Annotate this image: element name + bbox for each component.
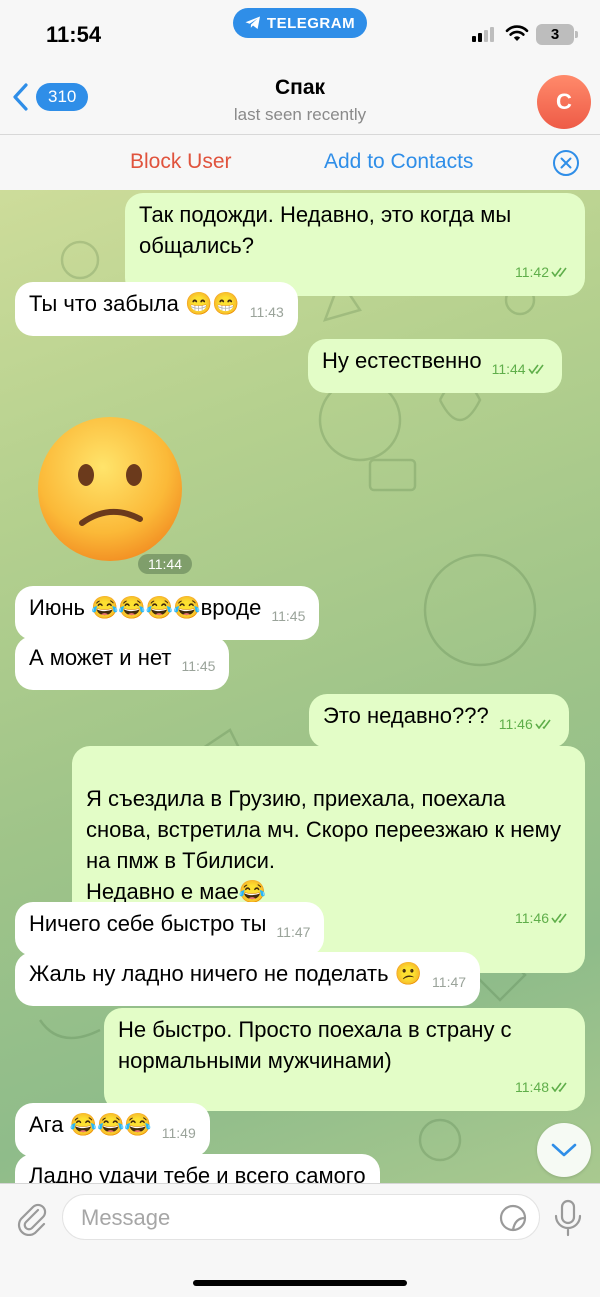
composer bbox=[0, 1183, 600, 1297]
message-time: 11:45 bbox=[271, 608, 306, 624]
message-text: Ничего себе быстро ты bbox=[29, 911, 267, 936]
telegram-pill[interactable]: TELEGRAM bbox=[233, 8, 367, 38]
home-indicator bbox=[193, 1280, 407, 1286]
message-time: 11:47 bbox=[432, 974, 467, 990]
message-time: 11:45 bbox=[181, 658, 216, 674]
message-list[interactable]: Так подожди. Недавно, это когда мы общал… bbox=[0, 190, 600, 1183]
chat-header: 310 Спак last seen recently С bbox=[0, 62, 600, 134]
chat-title-area[interactable]: Спак last seen recently bbox=[150, 76, 450, 125]
double-check-icon bbox=[535, 719, 551, 729]
confused-face-sticker[interactable] bbox=[36, 415, 184, 563]
message-text: Ладно удачи тебе и всего самого bbox=[29, 1163, 366, 1183]
chevron-left-icon bbox=[13, 83, 28, 111]
message-input[interactable] bbox=[81, 1203, 481, 1233]
message-bubble-incoming[interactable]: Июнь 😂😂😂😂вроде 11:45 bbox=[15, 586, 320, 640]
chevron-down-icon bbox=[551, 1143, 577, 1157]
message-text: Ну естественно bbox=[322, 348, 482, 373]
message-bubble-incoming[interactable]: Ладно удачи тебе и всего самого bbox=[15, 1154, 380, 1183]
message-text: Ты что забыла 😁😁 bbox=[29, 291, 240, 316]
last-seen-status: last seen recently bbox=[233, 105, 367, 124]
message-bubble-outgoing[interactable]: Не быстро. Просто поехала в страну с нор… bbox=[104, 1008, 585, 1111]
double-check-icon bbox=[527, 364, 544, 374]
message-text: Жаль ну ладно ничего не поделать 😕 bbox=[29, 961, 423, 986]
message-bubble-outgoing[interactable]: Ну естественно 11:44 bbox=[308, 339, 562, 393]
sticker-icon[interactable] bbox=[498, 1203, 528, 1233]
message-bubble-incoming[interactable]: А может и нет 11:45 bbox=[15, 636, 230, 690]
message-bubble-incoming[interactable]: Ага 😂😂😂 11:49 bbox=[15, 1103, 210, 1157]
add-to-contacts-button[interactable]: Add to Contacts bbox=[324, 150, 473, 174]
close-icon[interactable] bbox=[552, 149, 580, 177]
contact-action-bar: Block User Add to Contacts bbox=[0, 134, 600, 190]
message-time: 11:46 bbox=[499, 709, 555, 740]
cellular-signal-icon bbox=[472, 26, 494, 42]
telegram-pill-label: TELEGRAM bbox=[266, 14, 356, 32]
clock: 11:54 bbox=[46, 22, 102, 47]
message-text: Так подожди. Недавно, это когда мы общал… bbox=[139, 202, 512, 258]
battery-icon: 3 bbox=[536, 24, 578, 45]
message-time: 11:44 bbox=[492, 354, 548, 385]
sticker-time: 11:44 bbox=[138, 554, 192, 574]
message-bubble-incoming[interactable]: Ничего себе быстро ты 11:47 bbox=[15, 902, 325, 956]
message-bubble-incoming[interactable]: Ты что забыла 😁😁 11:43 bbox=[15, 282, 298, 336]
scroll-to-bottom-button[interactable] bbox=[537, 1123, 591, 1177]
double-check-icon bbox=[551, 913, 567, 923]
avatar[interactable]: С bbox=[537, 75, 591, 129]
message-text: Июнь 😂😂😂😂вроде bbox=[29, 595, 262, 620]
wifi-icon bbox=[505, 25, 529, 41]
status-bar: 11:54 TELEGRAM 3 bbox=[0, 0, 600, 62]
message-text: Ага 😂😂😂 bbox=[29, 1112, 152, 1137]
message-bubble-outgoing[interactable]: Так подожди. Недавно, это когда мы общал… bbox=[125, 193, 585, 296]
telegram-icon bbox=[245, 16, 260, 29]
message-time: 11:49 bbox=[161, 1125, 196, 1141]
back-button[interactable]: 310 bbox=[10, 82, 89, 112]
message-text: Я съездила в Грузию, приехала, поехала с… bbox=[86, 786, 561, 904]
block-user-button[interactable]: Block User bbox=[130, 150, 232, 174]
message-text: Это недавно??? bbox=[323, 703, 489, 728]
message-time: 11:48 bbox=[118, 1072, 571, 1103]
message-text: А может и нет bbox=[29, 645, 172, 670]
microphone-icon[interactable] bbox=[553, 1199, 583, 1237]
unread-count-badge: 310 bbox=[36, 83, 89, 111]
double-check-icon bbox=[551, 267, 567, 277]
double-check-icon bbox=[551, 1082, 567, 1092]
message-bubble-incoming[interactable]: Жаль ну ладно ничего не поделать 😕 11:47 bbox=[15, 952, 481, 1006]
message-time: 11:43 bbox=[249, 304, 284, 320]
message-time: 11:47 bbox=[276, 924, 311, 940]
message-bubble-outgoing[interactable]: Это недавно??? 11:46 bbox=[309, 694, 569, 748]
paperclip-icon[interactable] bbox=[14, 1200, 48, 1236]
chat-title: Спак bbox=[274, 76, 326, 99]
message-field bbox=[62, 1194, 540, 1240]
message-text: Не быстро. Просто поехала в страну с нор… bbox=[118, 1017, 512, 1073]
